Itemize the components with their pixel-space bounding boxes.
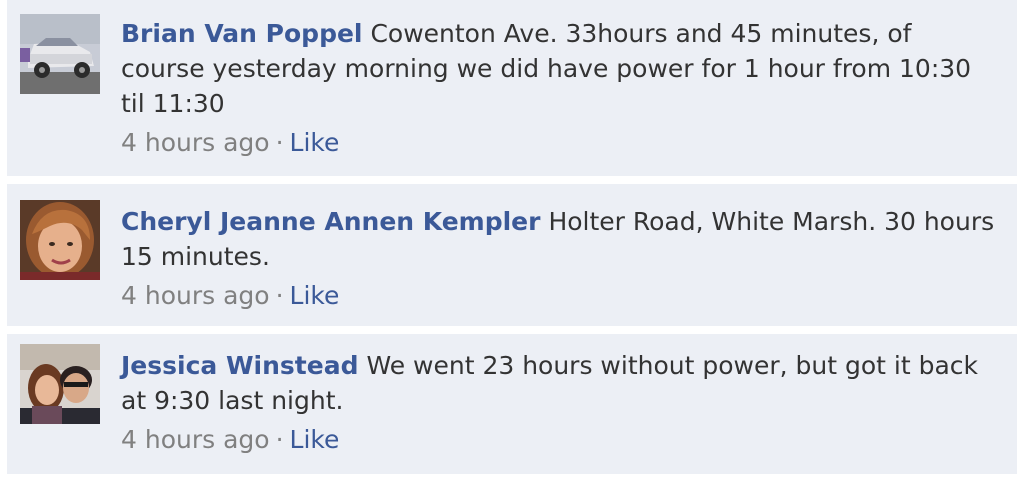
meta-separator: · [275, 281, 284, 310]
comment-item: Brian Van Poppel Cowenton Ave. 33hours a… [7, 0, 1017, 176]
comment-item: Cheryl Jeanne Annen Kempler Holter Road,… [7, 184, 1017, 326]
comment-text-line: Jessica Winstead We went 23 hours withou… [121, 348, 997, 418]
like-link[interactable]: Like [290, 281, 340, 310]
avatar[interactable] [20, 14, 100, 94]
comment-author-link[interactable]: Cheryl Jeanne Annen Kempler [121, 207, 540, 236]
comment-body: Cheryl Jeanne Annen Kempler Holter Road,… [121, 204, 997, 313]
comment-timestamp[interactable]: 4 hours ago [121, 281, 270, 310]
avatar[interactable] [20, 200, 100, 280]
comment-meta: 4 hours ago · Like [121, 278, 997, 313]
meta-separator: · [275, 128, 284, 157]
comment-timestamp[interactable]: 4 hours ago [121, 425, 270, 454]
comment-author-link[interactable]: Brian Van Poppel [121, 19, 363, 48]
woman-portrait-avatar-icon [20, 200, 100, 280]
comment-meta: 4 hours ago · Like [121, 125, 997, 160]
avatar[interactable] [20, 344, 100, 424]
comment-timestamp[interactable]: 4 hours ago [121, 128, 270, 157]
comment-text-line: Cheryl Jeanne Annen Kempler Holter Road,… [121, 204, 997, 274]
comment-meta: 4 hours ago · Like [121, 422, 997, 457]
car-photo-avatar-icon [20, 14, 100, 94]
comment-text-line: Brian Van Poppel Cowenton Ave. 33hours a… [121, 16, 997, 121]
comment-body: Brian Van Poppel Cowenton Ave. 33hours a… [121, 16, 997, 160]
comment-list: Brian Van Poppel Cowenton Ave. 33hours a… [0, 0, 1024, 484]
like-link[interactable]: Like [290, 425, 340, 454]
comment-item: Jessica Winstead We went 23 hours withou… [7, 334, 1017, 474]
comment-author-link[interactable]: Jessica Winstead [121, 351, 358, 380]
couple-photo-avatar-icon [20, 344, 100, 424]
comment-body: Jessica Winstead We went 23 hours withou… [121, 348, 997, 457]
like-link[interactable]: Like [290, 128, 340, 157]
meta-separator: · [275, 425, 284, 454]
